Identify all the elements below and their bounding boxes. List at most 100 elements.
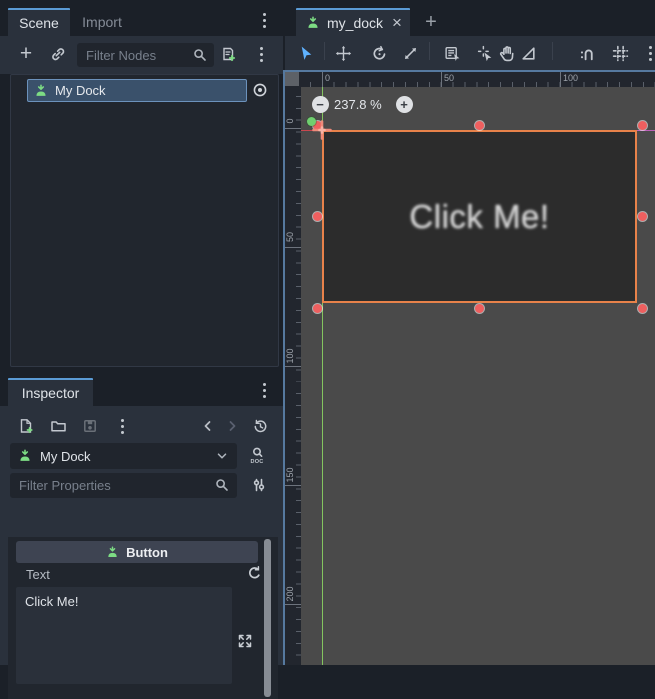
- plus-icon: +: [425, 11, 437, 34]
- section-header-button[interactable]: Button: [16, 541, 258, 563]
- tab-scene-label: Scene: [19, 15, 59, 31]
- tab-inspector[interactable]: Inspector: [8, 378, 93, 406]
- selection-handle-tr[interactable]: [638, 121, 647, 130]
- ruler-top-label-0: 0: [325, 73, 330, 83]
- canvas-button-node[interactable]: Click Me!: [322, 130, 637, 303]
- tab-inspector-label: Inspector: [22, 385, 80, 401]
- pivot-crosshair-icon: [311, 119, 333, 141]
- tab-my-dock-label: my_dock: [327, 15, 383, 31]
- inspector-dock: Inspector: [0, 372, 283, 665]
- move-icon: [335, 45, 352, 62]
- scene-tree-panel[interactable]: My Dock: [10, 74, 279, 367]
- selection-handle-tm[interactable]: [475, 121, 484, 130]
- new-tab-button[interactable]: +: [421, 10, 441, 34]
- selection-handle-bm[interactable]: [475, 304, 484, 313]
- button-node-icon: [34, 84, 48, 98]
- canvas-button-text: Click Me!: [409, 198, 549, 236]
- tree-row-my-dock[interactable]: My Dock: [27, 79, 247, 102]
- ruler-top-label-100: 100: [563, 73, 578, 83]
- pan-hand-icon: [499, 45, 516, 62]
- load-resource-button[interactable]: [47, 415, 69, 437]
- zoom-in-button[interactable]: +: [396, 96, 413, 113]
- tree-node-label: My Dock: [55, 83, 106, 98]
- ruler-left-label-200: 200: [285, 585, 295, 603]
- selection-handle-br[interactable]: [638, 304, 647, 313]
- grid-snap-button[interactable]: [609, 42, 631, 64]
- scene-toolbar: +: [0, 36, 283, 74]
- attach-script-button[interactable]: [217, 43, 239, 65]
- inspector-scrollbar[interactable]: [264, 539, 271, 697]
- viewport-region: my_dock × +: [283, 0, 655, 665]
- history-button[interactable]: [249, 415, 271, 437]
- scale-mode-button[interactable]: [399, 42, 421, 64]
- properties-panel: Button Text Click Me!: [8, 537, 278, 699]
- viewport-area: 0 50 100 0 50 100 150 200 Click M: [283, 70, 655, 665]
- save-button[interactable]: [79, 415, 101, 437]
- folder-icon: [50, 418, 67, 434]
- plus-icon: +: [20, 42, 32, 66]
- open-docs-button[interactable]: DOC: [246, 442, 268, 470]
- new-resource-button[interactable]: [15, 415, 37, 437]
- zoom-out-button[interactable]: −: [312, 96, 329, 113]
- history-forward-button[interactable]: [221, 415, 243, 437]
- link-icon: [50, 46, 66, 62]
- ruler-left: 0 50 100 150 200: [285, 87, 301, 665]
- pivot-icon: [477, 45, 494, 62]
- list-select-icon: [444, 45, 461, 62]
- chevron-left-icon: [200, 418, 216, 434]
- selection-handle-ml[interactable]: [313, 212, 322, 221]
- list-select-button[interactable]: [441, 42, 463, 64]
- tab-scene[interactable]: Scene: [8, 8, 70, 36]
- canvas-toolbar: [285, 36, 655, 70]
- ruler-left-label-100: 100: [285, 347, 295, 365]
- filter-nodes-field[interactable]: [77, 43, 214, 67]
- ruler-left-label-150: 150: [285, 466, 295, 484]
- filter-properties-field[interactable]: [10, 473, 237, 498]
- section-title: Button: [126, 545, 168, 560]
- button-node-icon: [18, 449, 32, 463]
- zoom-level-label[interactable]: 237.8 %: [334, 97, 382, 112]
- smart-snap-button[interactable]: [576, 42, 598, 64]
- move-mode-button[interactable]: [332, 42, 354, 64]
- expand-icon[interactable]: [237, 633, 253, 649]
- revert-icon[interactable]: [246, 565, 263, 582]
- script-add-icon: [220, 46, 236, 62]
- rotate-mode-button[interactable]: [368, 42, 390, 64]
- visibility-eye-icon[interactable]: [251, 82, 269, 98]
- tab-import[interactable]: Import: [70, 8, 134, 36]
- grid-snap-icon: [612, 45, 629, 62]
- node-selector-label: My Dock: [40, 449, 207, 464]
- button-node-icon: [106, 546, 119, 559]
- select-mode-button[interactable]: [295, 42, 317, 64]
- pan-tool-button[interactable]: [496, 42, 518, 64]
- edit-filters-button[interactable]: [248, 474, 270, 496]
- tab-import-label: Import: [82, 14, 122, 30]
- ruler-top: 0 50 100: [301, 72, 655, 87]
- viewport-bounds-line: [637, 130, 655, 131]
- history-back-button[interactable]: [197, 415, 219, 437]
- filter-properties-input[interactable]: [10, 473, 237, 498]
- scene-dock-menu-icon[interactable]: [263, 13, 266, 28]
- chevron-down-icon: [215, 449, 229, 463]
- tab-my-dock[interactable]: my_dock ×: [296, 8, 410, 36]
- pivot-tool-button[interactable]: [474, 42, 496, 64]
- doc-search-icon: DOC: [249, 447, 265, 465]
- instance-scene-button[interactable]: [47, 43, 69, 65]
- inspector-dock-menu-icon[interactable]: [263, 383, 266, 398]
- text-property-value[interactable]: Click Me!: [16, 587, 232, 684]
- selection-handle-mr[interactable]: [638, 212, 647, 221]
- close-icon[interactable]: ×: [392, 13, 402, 33]
- ruler-top-label-50: 50: [444, 73, 454, 83]
- tune-sliders-icon: [251, 477, 267, 493]
- scene-toolbar-menu-icon[interactable]: [250, 43, 272, 65]
- node-selector-dropdown[interactable]: My Dock: [10, 443, 237, 469]
- scene-dock: Scene Import +: [0, 0, 283, 372]
- selection-handle-bl[interactable]: [313, 304, 322, 313]
- canvas-toolbar-menu-icon[interactable]: [639, 42, 655, 64]
- inspector-extra-menu-icon[interactable]: [111, 415, 133, 437]
- canvas[interactable]: Click Me! − 237.8 %: [301, 87, 655, 665]
- add-node-button[interactable]: +: [15, 43, 37, 65]
- search-icon: [192, 47, 208, 63]
- ruler-tool-button[interactable]: [517, 42, 539, 64]
- inspector-body: My Dock DOC: [0, 406, 283, 665]
